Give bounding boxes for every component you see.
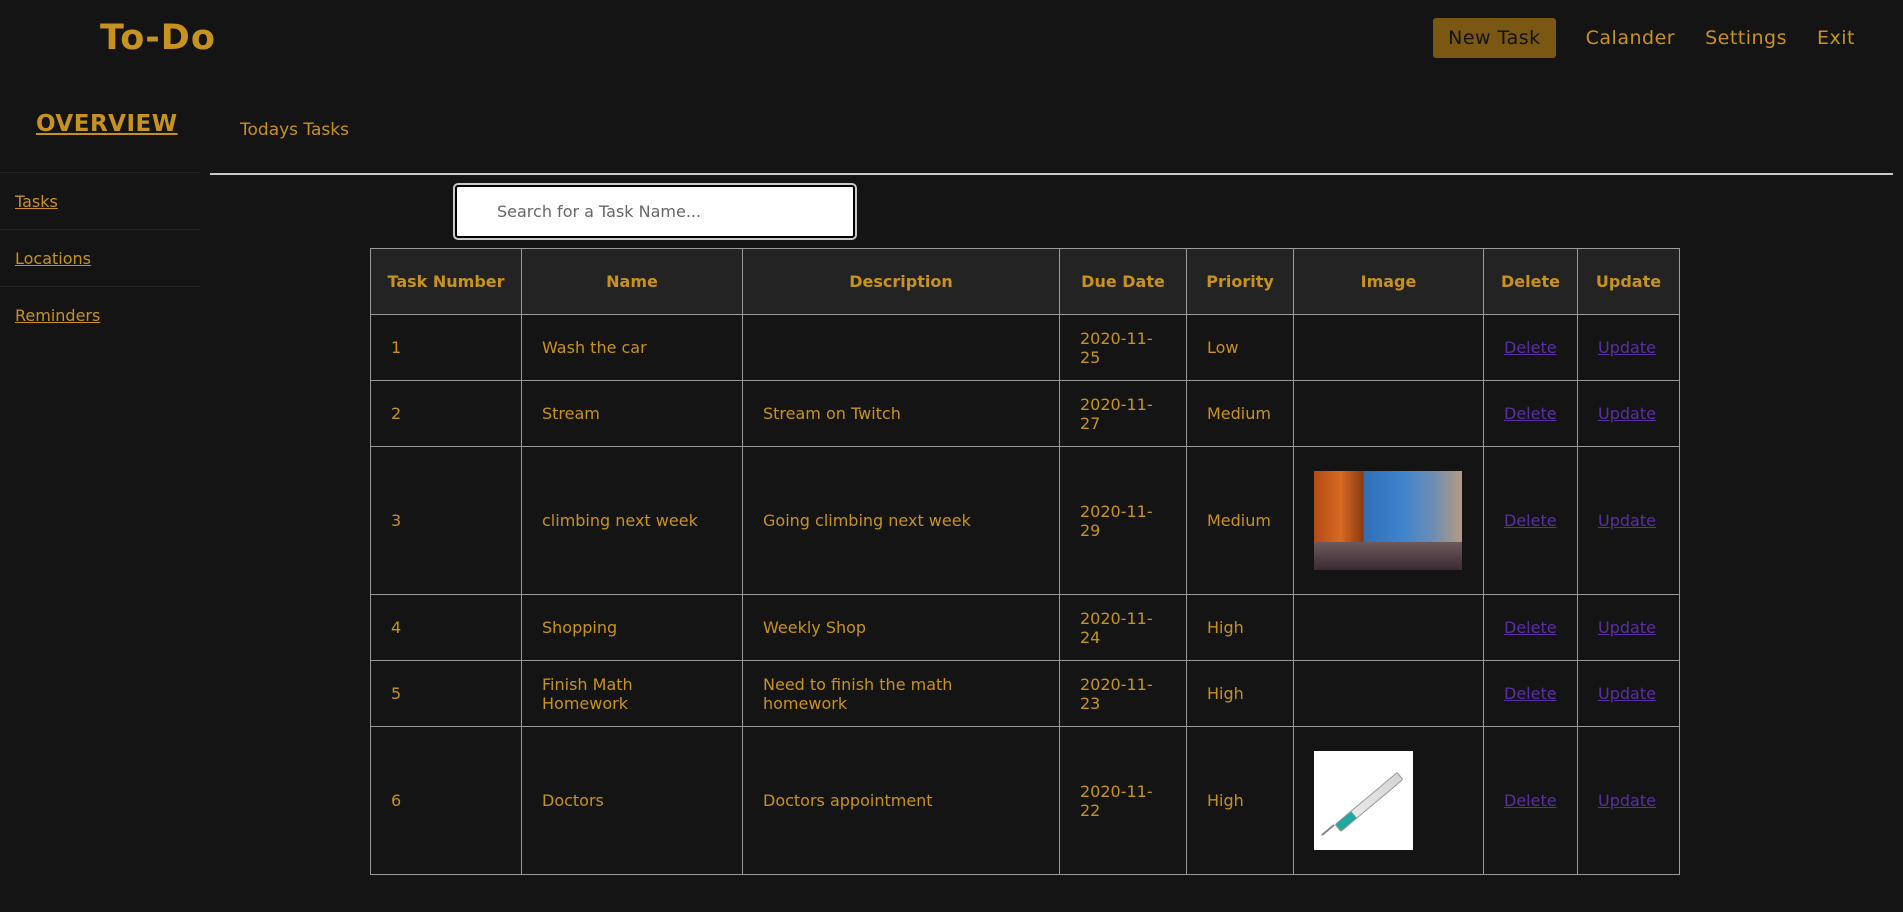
section-title: Todays Tasks bbox=[240, 120, 349, 140]
cell-task-number: 2 bbox=[370, 380, 522, 447]
delete-link[interactable]: Delete bbox=[1504, 404, 1557, 423]
delete-link[interactable]: Delete bbox=[1504, 684, 1557, 703]
cell-delete: Delete bbox=[1483, 380, 1578, 447]
cell-image bbox=[1293, 660, 1484, 727]
cell-description bbox=[742, 314, 1060, 381]
cell-due-date: 2020-11-29 bbox=[1059, 446, 1187, 595]
table-row: 3 climbing next week Going climbing next… bbox=[370, 446, 1680, 595]
tasks-table: Task Number Name Description Due Date Pr… bbox=[370, 248, 1680, 875]
delete-link[interactable]: Delete bbox=[1504, 338, 1557, 357]
cell-priority: Low bbox=[1186, 314, 1294, 381]
divider bbox=[210, 173, 1893, 175]
cell-description: Going climbing next week bbox=[742, 446, 1060, 595]
search-input[interactable] bbox=[453, 183, 857, 240]
nav-calendar[interactable]: Calander bbox=[1586, 27, 1675, 49]
cell-priority: High bbox=[1186, 726, 1294, 875]
climbing-photo bbox=[1314, 471, 1462, 570]
cell-update: Update bbox=[1577, 380, 1680, 447]
cell-description: Stream on Twitch bbox=[742, 380, 1060, 447]
cell-task-number: 1 bbox=[370, 314, 522, 381]
cell-update: Update bbox=[1577, 314, 1680, 381]
syringe-photo bbox=[1314, 751, 1413, 850]
cell-task-number: 6 bbox=[370, 726, 522, 875]
cell-delete: Delete bbox=[1483, 314, 1578, 381]
cell-update: Update bbox=[1577, 660, 1680, 727]
cell-update: Update bbox=[1577, 446, 1680, 595]
cell-due-date: 2020-11-22 bbox=[1059, 726, 1187, 875]
cell-name: climbing next week bbox=[521, 446, 743, 595]
cell-delete: Delete bbox=[1483, 446, 1578, 595]
cell-priority: Medium bbox=[1186, 380, 1294, 447]
table-row: 5 Finish Math Homework Need to finish th… bbox=[370, 660, 1680, 727]
cell-image bbox=[1293, 380, 1484, 447]
header-priority: Priority bbox=[1186, 248, 1294, 315]
header-delete: Delete bbox=[1483, 248, 1578, 315]
update-link[interactable]: Update bbox=[1598, 338, 1656, 357]
cell-name: Wash the car bbox=[521, 314, 743, 381]
table-row: 4 Shopping Weekly Shop 2020-11-24 High D… bbox=[370, 594, 1680, 661]
update-link[interactable]: Update bbox=[1598, 684, 1656, 703]
cell-description: Weekly Shop bbox=[742, 594, 1060, 661]
cell-update: Update bbox=[1577, 594, 1680, 661]
update-link[interactable]: Update bbox=[1598, 511, 1656, 530]
cell-priority: Medium bbox=[1186, 446, 1294, 595]
cell-name: Shopping bbox=[521, 594, 743, 661]
header-image: Image bbox=[1293, 248, 1484, 315]
top-nav: New Task Calander Settings Exit bbox=[1433, 18, 1855, 58]
header-update: Update bbox=[1577, 248, 1680, 315]
nav-settings[interactable]: Settings bbox=[1705, 27, 1787, 49]
cell-delete: Delete bbox=[1483, 726, 1578, 875]
cell-delete: Delete bbox=[1483, 594, 1578, 661]
app-logo[interactable]: To-Do bbox=[100, 18, 216, 58]
cell-due-date: 2020-11-23 bbox=[1059, 660, 1187, 727]
cell-description: Need to finish the math homework bbox=[742, 660, 1060, 727]
cell-due-date: 2020-11-27 bbox=[1059, 380, 1187, 447]
cell-name: Doctors bbox=[521, 726, 743, 875]
cell-task-number: 3 bbox=[370, 446, 522, 595]
cell-name: Stream bbox=[521, 380, 743, 447]
update-link[interactable]: Update bbox=[1598, 791, 1656, 810]
cell-task-number: 4 bbox=[370, 594, 522, 661]
overview-link[interactable]: OVERVIEW bbox=[36, 111, 178, 137]
delete-link[interactable]: Delete bbox=[1504, 791, 1557, 810]
delete-link[interactable]: Delete bbox=[1504, 618, 1557, 637]
cell-name: Finish Math Homework bbox=[521, 660, 743, 727]
cell-update: Update bbox=[1577, 726, 1680, 875]
cell-priority: High bbox=[1186, 660, 1294, 727]
sidebar-item-tasks[interactable]: Tasks bbox=[0, 172, 200, 229]
new-task-button[interactable]: New Task bbox=[1433, 18, 1556, 58]
cell-description: Doctors appointment bbox=[742, 726, 1060, 875]
header-name: Name bbox=[521, 248, 743, 315]
cell-image bbox=[1293, 446, 1484, 595]
delete-link[interactable]: Delete bbox=[1504, 511, 1557, 530]
cell-delete: Delete bbox=[1483, 660, 1578, 727]
cell-due-date: 2020-11-25 bbox=[1059, 314, 1187, 381]
table-row: 1 Wash the car 2020-11-25 Low Delete Upd… bbox=[370, 314, 1680, 381]
nav-exit[interactable]: Exit bbox=[1817, 27, 1855, 49]
sidebar: Tasks Locations Reminders bbox=[0, 172, 200, 343]
header-description: Description bbox=[742, 248, 1060, 315]
table-header-row: Task Number Name Description Due Date Pr… bbox=[370, 248, 1680, 315]
cell-image bbox=[1293, 726, 1484, 875]
sidebar-item-locations[interactable]: Locations bbox=[0, 229, 200, 286]
cell-image bbox=[1293, 314, 1484, 381]
table-row: 2 Stream Stream on Twitch 2020-11-27 Med… bbox=[370, 380, 1680, 447]
cell-priority: High bbox=[1186, 594, 1294, 661]
cell-due-date: 2020-11-24 bbox=[1059, 594, 1187, 661]
header-task-number: Task Number bbox=[370, 248, 522, 315]
header-due-date: Due Date bbox=[1059, 248, 1187, 315]
cell-task-number: 5 bbox=[370, 660, 522, 727]
table-row: 6 Doctors Doctors appointment 2020-11-22… bbox=[370, 726, 1680, 875]
update-link[interactable]: Update bbox=[1598, 618, 1656, 637]
sidebar-item-reminders[interactable]: Reminders bbox=[0, 286, 200, 343]
update-link[interactable]: Update bbox=[1598, 404, 1656, 423]
cell-image bbox=[1293, 594, 1484, 661]
